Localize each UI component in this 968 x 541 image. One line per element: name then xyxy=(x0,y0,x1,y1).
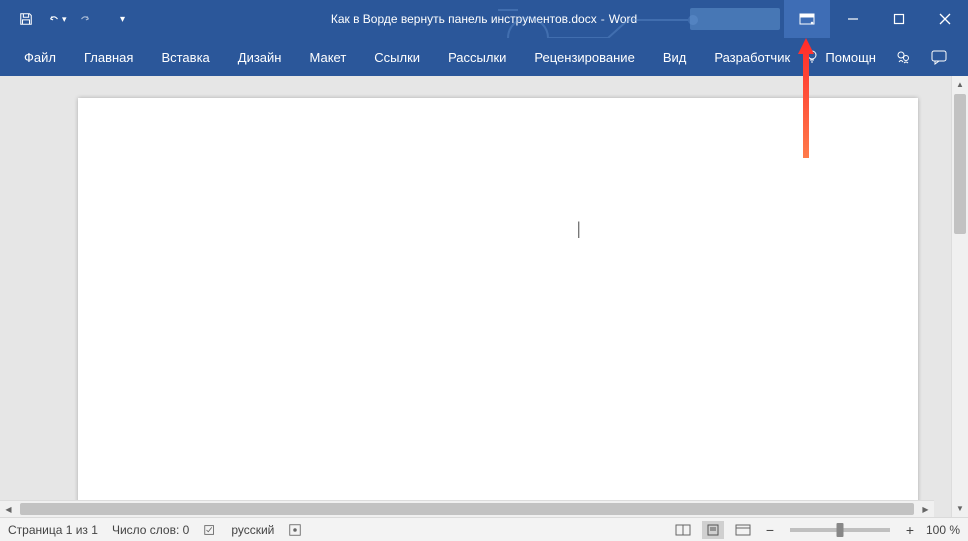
ribbon-display-options-button[interactable] xyxy=(784,0,830,38)
tab-design[interactable]: Дизайн xyxy=(224,38,296,76)
status-right: − + 100 % xyxy=(672,521,960,539)
scroll-down-icon[interactable]: ▼ xyxy=(952,500,968,517)
vertical-scrollbar[interactable]: ▲ ▼ xyxy=(951,76,968,517)
feedback-button[interactable] xyxy=(930,48,948,66)
tab-review[interactable]: Рецензирование xyxy=(520,38,648,76)
document-name: Как в Ворде вернуть панель инструментов.… xyxy=(331,12,597,26)
share-button[interactable] xyxy=(894,48,912,66)
chevron-down-icon: ▾ xyxy=(120,14,125,25)
language-label: русский xyxy=(231,523,274,537)
save-button[interactable] xyxy=(12,5,40,33)
tell-me-search[interactable]: Помощн xyxy=(805,49,876,66)
word-count-label: Число слов: 0 xyxy=(112,523,189,537)
word-count-status[interactable]: Число слов: 0 xyxy=(112,523,189,537)
tab-mailings[interactable]: Рассылки xyxy=(434,38,520,76)
document-page[interactable]: | xyxy=(78,98,918,517)
maximize-button[interactable] xyxy=(876,0,922,38)
tab-insert[interactable]: Вставка xyxy=(147,38,223,76)
window-title: Как в Ворде вернуть панель инструментов.… xyxy=(331,12,637,26)
ribbon-tabs: Файл Главная Вставка Дизайн Макет Ссылки… xyxy=(0,38,968,76)
title-separator: - xyxy=(601,12,605,26)
zoom-out-button[interactable]: − xyxy=(762,522,778,538)
print-layout-button[interactable] xyxy=(702,521,724,539)
scroll-right-icon[interactable]: ▶ xyxy=(917,501,934,517)
tab-references[interactable]: Ссылки xyxy=(360,38,434,76)
web-layout-button[interactable] xyxy=(732,521,754,539)
macro-icon xyxy=(288,523,302,537)
tab-view[interactable]: Вид xyxy=(649,38,701,76)
close-button[interactable] xyxy=(922,0,968,38)
status-left: Страница 1 из 1 Число слов: 0 русский xyxy=(8,523,302,537)
tell-me-label: Помощн xyxy=(825,50,876,65)
qat-customize-button[interactable]: ▾ xyxy=(109,5,137,33)
horizontal-scrollbar[interactable]: ◀ ▶ xyxy=(0,500,934,517)
redo-button[interactable] xyxy=(71,5,99,33)
app-name: Word xyxy=(609,12,637,26)
read-mode-button[interactable] xyxy=(672,521,694,539)
tab-developer[interactable]: Разработчик xyxy=(700,38,804,76)
scroll-up-icon[interactable]: ▲ xyxy=(952,76,968,93)
text-cursor: | xyxy=(576,218,577,236)
zoom-slider[interactable] xyxy=(790,528,890,532)
spellcheck-status[interactable] xyxy=(203,523,217,537)
horizontal-scroll-thumb[interactable] xyxy=(20,503,914,515)
zoom-level-button[interactable]: 100 % xyxy=(926,523,960,537)
zoom-level-label: 100 % xyxy=(926,523,960,537)
ribbon-right: Помощн xyxy=(805,48,958,66)
quick-access-toolbar: ▾ ▾ xyxy=(0,5,137,33)
language-status[interactable]: русский xyxy=(231,523,274,537)
tab-file[interactable]: Файл xyxy=(10,38,70,76)
account-area[interactable] xyxy=(690,8,780,30)
status-bar: Страница 1 из 1 Число слов: 0 русский − … xyxy=(0,517,968,541)
scroll-left-icon[interactable]: ◀ xyxy=(0,501,17,517)
zoom-slider-thumb[interactable] xyxy=(836,523,843,537)
document-area[interactable]: | ◀ ▶ xyxy=(0,76,951,517)
tab-layout[interactable]: Макет xyxy=(295,38,360,76)
undo-dropdown-icon[interactable]: ▾ xyxy=(62,14,67,25)
vertical-scroll-thumb[interactable] xyxy=(954,94,966,234)
title-bar: ▾ ▾ Как в Ворде вернуть панель инструмен… xyxy=(0,0,968,38)
page-number-status[interactable]: Страница 1 из 1 xyxy=(8,523,98,537)
zoom-in-button[interactable]: + xyxy=(902,522,918,538)
lightbulb-icon xyxy=(805,49,819,66)
page-number-label: Страница 1 из 1 xyxy=(8,523,98,537)
tab-home[interactable]: Главная xyxy=(70,38,147,76)
macro-status[interactable] xyxy=(288,523,302,537)
minimize-button[interactable] xyxy=(830,0,876,38)
workspace: | ◀ ▶ ▲ ▼ xyxy=(0,76,968,517)
spellcheck-icon xyxy=(203,523,217,537)
window-controls xyxy=(690,0,968,38)
